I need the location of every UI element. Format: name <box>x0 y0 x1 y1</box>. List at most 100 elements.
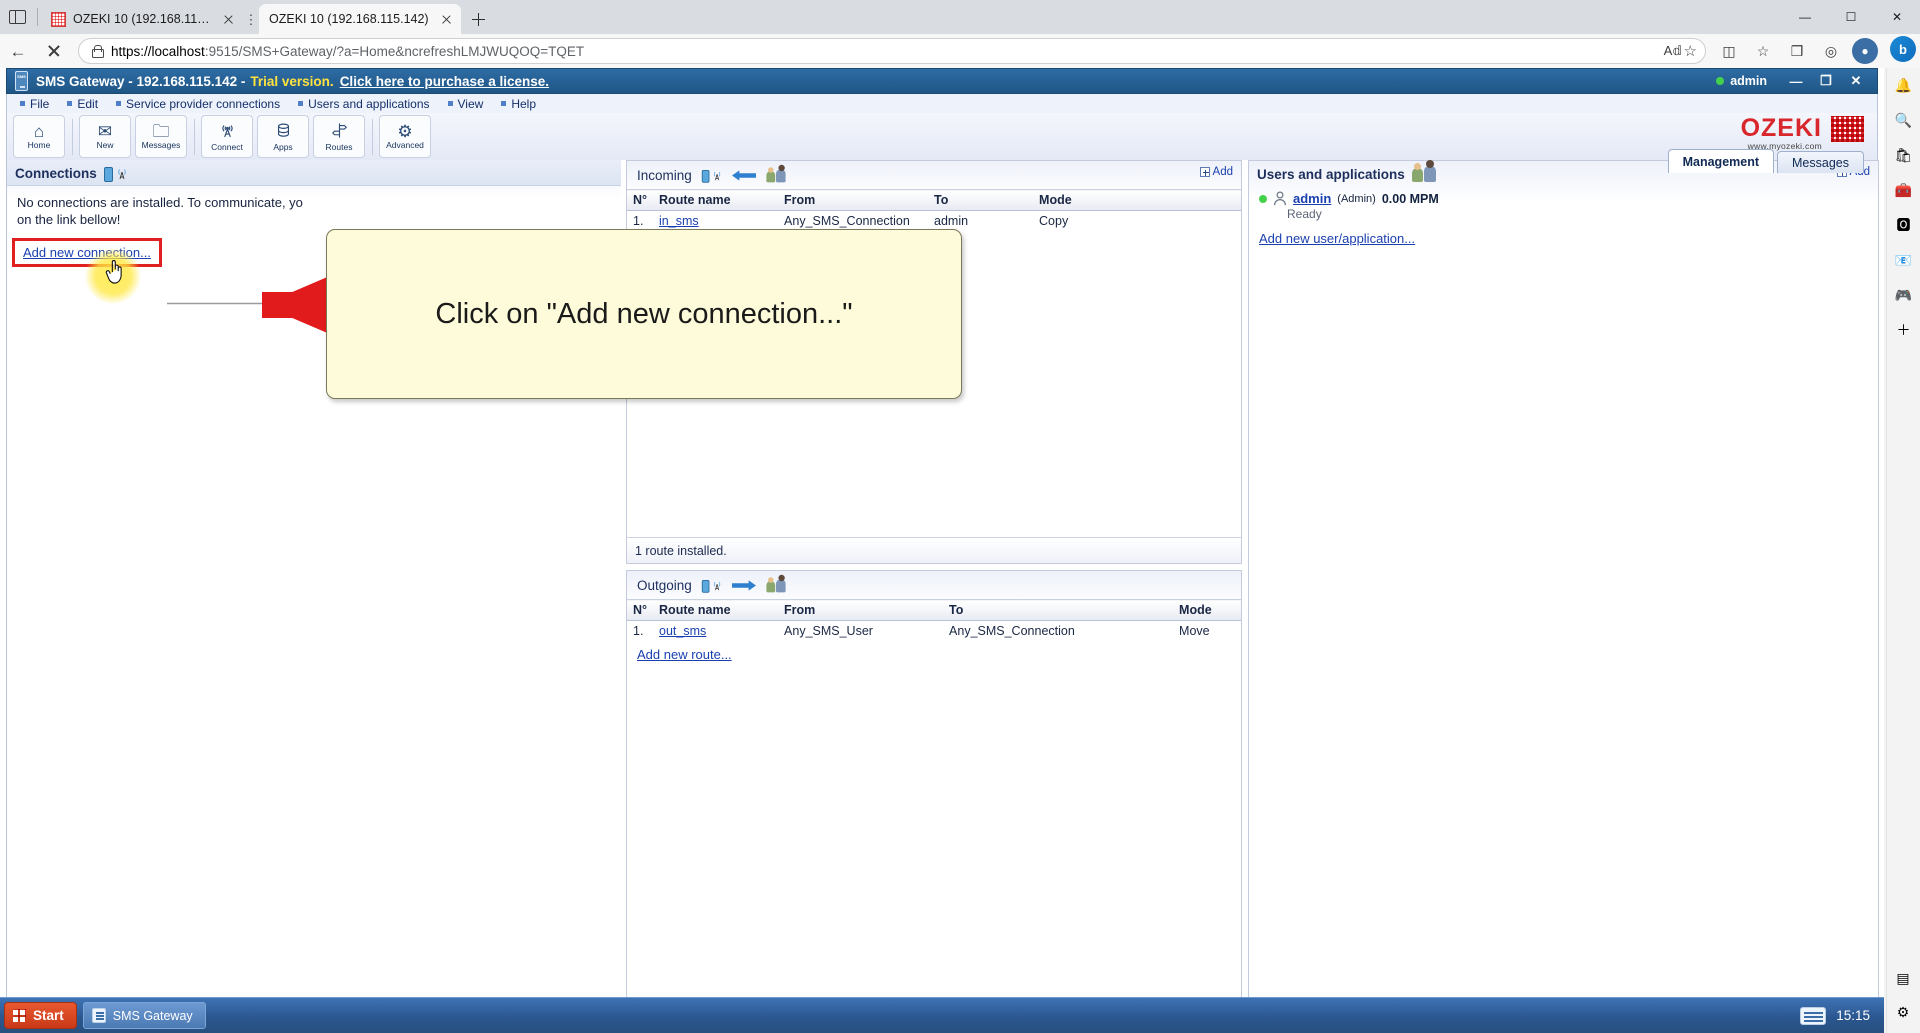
tab-separator: ⋮ <box>243 4 259 34</box>
browser-close-button[interactable]: ✕ <box>1874 0 1920 34</box>
browser-tab-2[interactable]: OZEKI 10 (192.168.115.142) <box>259 4 461 34</box>
browser-essentials-icon[interactable]: ◎ <box>1814 36 1848 66</box>
split-screen-icon[interactable]: ◫ <box>1712 36 1746 66</box>
phone-icon <box>103 167 113 182</box>
ozeki-minimize-button[interactable]: — <box>1781 69 1811 93</box>
user-name-link[interactable]: admin <box>1293 191 1331 206</box>
office-icon[interactable]: 🅾 <box>1893 214 1915 236</box>
ozeki-close-button[interactable]: ✕ <box>1841 69 1871 93</box>
bullet-icon <box>447 101 453 106</box>
keyboard-icon[interactable] <box>1800 1006 1827 1025</box>
copilot-button[interactable]: b <box>1890 36 1916 62</box>
menu-item-view[interactable]: View <box>439 97 493 111</box>
address-bar[interactable]: https://localhost:9515/SMS+Gateway/?a=Ho… <box>78 38 1706 64</box>
tab-overflow-icon: ⋮ <box>244 11 258 27</box>
back-button[interactable]: ← <box>0 36 36 66</box>
url-path: :9515/SMS+Gateway/?a=Home&ncrefreshLMJWU… <box>204 43 585 59</box>
collections-icon[interactable]: ❒ <box>1780 36 1814 66</box>
mouse-cursor-hand-icon <box>105 260 122 284</box>
menu-item-edit[interactable]: Edit <box>58 97 107 111</box>
ozeki-maximize-button[interactable]: ❐ <box>1811 69 1841 93</box>
browser-tab-1-label: OZEKI 10 (192.168.115.142) <box>73 12 213 26</box>
list-item[interactable]: admin (Admin) 0.00 MPM <box>1249 185 1878 206</box>
tools-icon[interactable]: 🧰 <box>1893 179 1915 201</box>
outgoing-routes-table: N° Route name From To Mode 1. out_sms An… <box>627 599 1241 641</box>
games-icon[interactable]: 🎮 <box>1893 284 1915 306</box>
users-icon <box>766 164 786 182</box>
ozeki-toolbar: ⌂ Home ✉ New 🗀 Messages Connect Apps Rou… <box>6 113 1878 160</box>
system-tray: 15:15 <box>1800 1006 1880 1025</box>
menu-item-help[interactable]: Help <box>492 97 545 111</box>
toolbar-button-advanced-label: Advanced <box>386 140 424 150</box>
address-bar-actions: A𝕕 ☆ <box>1664 42 1697 60</box>
user-green-icon <box>1411 163 1423 182</box>
outgoing-connection-icon <box>701 578 722 593</box>
outgoing-add-new-route-link[interactable]: Add new route... <box>637 647 732 662</box>
instruction-callout: Click on "Add new connection..." <box>326 229 962 399</box>
col-mode: Mode <box>1033 189 1241 211</box>
toolbar-button-messages[interactable]: 🗀 Messages <box>135 115 187 158</box>
browser-maximize-button[interactable]: ☐ <box>1828 0 1874 34</box>
favorites-icon[interactable]: ☆ <box>1746 36 1780 66</box>
incoming-row-name[interactable]: in_sms <box>659 214 699 228</box>
antenna-tower-icon <box>713 171 721 181</box>
menu-item-users-and-applications[interactable]: Users and applications <box>289 97 438 111</box>
user-blue-icon <box>775 164 786 182</box>
database-icon <box>275 122 292 142</box>
tab-management[interactable]: Management <box>1667 149 1775 173</box>
browser-minimize-button[interactable]: — <box>1782 0 1828 34</box>
read-aloud-icon[interactable]: A𝕕 <box>1664 43 1682 59</box>
browser-tab-1[interactable]: OZEKI 10 (192.168.115.142) <box>41 4 243 34</box>
toolbar-button-advanced[interactable]: ⚙ Advanced <box>379 115 431 158</box>
tab-messages[interactable]: Messages <box>1777 151 1864 173</box>
bullet-icon <box>501 101 507 106</box>
taskbar-clock[interactable]: 15:15 <box>1836 1008 1870 1023</box>
search-icon[interactable]: 🔍 <box>1893 109 1915 131</box>
tab-management-label: Management <box>1682 154 1760 169</box>
user-status-dot-icon <box>1259 194 1267 203</box>
user-blue-icon <box>1423 160 1436 182</box>
lock-icon <box>91 44 104 58</box>
add-sidebar-icon[interactable]: ＋ <box>1893 319 1915 341</box>
users-and-applications-panel: Users and applications Add <box>1248 160 1879 1024</box>
col-route-name: Route name <box>653 189 779 211</box>
menu-item-service-provider-connections[interactable]: Service provider connections <box>107 97 289 111</box>
sidebar-toggle-icon[interactable]: ▤ <box>1892 967 1914 989</box>
ozeki-titlebar: SMS Gateway - 192.168.115.142 - Trial ve… <box>6 68 1878 94</box>
connections-empty-message: No connections are installed. To communi… <box>7 186 621 228</box>
outgoing-row-name[interactable]: out_sms <box>659 624 706 638</box>
purchase-license-link[interactable]: Click here to purchase a license. <box>340 74 549 89</box>
routes-icon <box>331 122 348 142</box>
col-from: From <box>778 189 929 211</box>
table-row[interactable]: 1. out_sms Any_SMS_User Any_SMS_Connecti… <box>627 621 1241 642</box>
shopping-icon[interactable]: 🛍 <box>1893 144 1915 166</box>
menu-item-file[interactable]: File <box>11 97 58 111</box>
close-tab-2-icon[interactable] <box>438 11 455 28</box>
toolbar-button-apps-label: Apps <box>273 141 293 152</box>
toolbar-button-connect[interactable]: Connect <box>201 115 253 158</box>
profile-avatar[interactable]: ● <box>1848 36 1882 66</box>
favorite-star-icon[interactable]: ☆ <box>1684 42 1697 60</box>
notifications-icon[interactable]: 🔔 <box>1893 74 1915 96</box>
start-button[interactable]: Start <box>4 1002 77 1029</box>
stop-loading-button[interactable] <box>36 36 72 66</box>
sidebar-settings-icon[interactable]: ⚙ <box>1892 1001 1914 1023</box>
toolbar-button-routes[interactable]: Routes <box>313 115 365 158</box>
add-new-user-application-link[interactable]: Add new user/application... <box>1259 231 1415 246</box>
toolbar-button-new[interactable]: ✉ New <box>79 115 131 158</box>
close-tab-1-icon[interactable] <box>220 11 237 28</box>
browser-navbar: ← https://localhost:9515/SMS+Gateway/?a=… <box>0 34 1920 68</box>
col-route-name: Route name <box>653 599 779 621</box>
tab-actions-button[interactable] <box>0 0 34 34</box>
incoming-routes-add[interactable]: Add <box>1199 166 1233 178</box>
url-host: https://localhost <box>111 43 205 59</box>
outlook-icon[interactable]: 📧 <box>1893 249 1915 271</box>
taskbar-item-sms-gateway[interactable]: SMS Gateway <box>82 1002 206 1029</box>
arrow-right-icon <box>731 170 756 181</box>
outgoing-row-mode: Move <box>1179 624 1210 638</box>
incoming-routes-header-row: N° Route name From To Mode <box>627 189 1241 211</box>
new-tab-button[interactable] <box>463 4 493 34</box>
table-row[interactable]: 1. in_sms Any_SMS_Connection admin Copy <box>627 211 1241 232</box>
toolbar-button-apps[interactable]: Apps <box>257 115 309 158</box>
toolbar-button-home[interactable]: ⌂ Home <box>13 115 65 158</box>
